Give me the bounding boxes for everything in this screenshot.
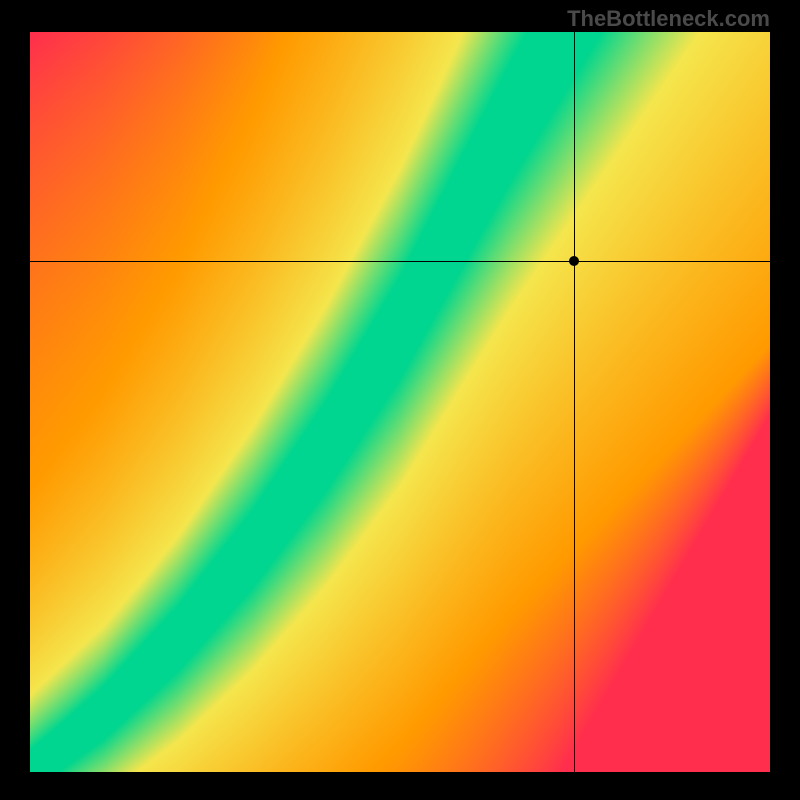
heatmap-canvas — [30, 32, 770, 772]
crosshair-horizontal — [30, 261, 770, 262]
chart-container: TheBottleneck.com — [0, 0, 800, 800]
attribution-label: TheBottleneck.com — [567, 6, 770, 32]
crosshair-vertical — [574, 32, 575, 772]
plot-area — [30, 32, 770, 772]
data-point-marker — [569, 256, 579, 266]
